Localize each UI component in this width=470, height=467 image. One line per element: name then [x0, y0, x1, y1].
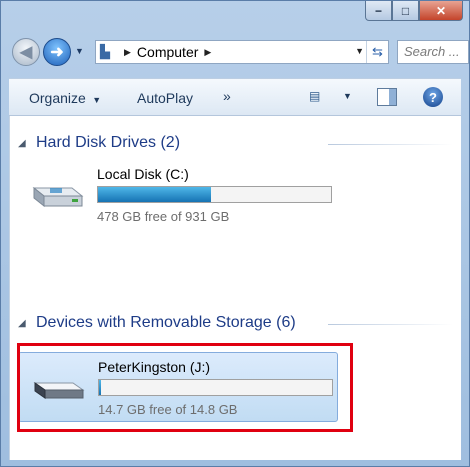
- more-commands-button[interactable]: »: [223, 88, 231, 104]
- help-icon[interactable]: ?: [423, 87, 443, 107]
- collapse-triangle-icon[interactable]: ◢: [18, 318, 26, 329]
- group-divider: [328, 144, 453, 145]
- explorer-window: − □ ✕ ◀ ➜ ▼ ▙ ▶ Computer ▶ ▼ ⇆ Search ..…: [0, 0, 470, 467]
- group-title: Hard Disk Drives (2): [36, 134, 181, 151]
- selection-highlight-annotation: [17, 343, 353, 432]
- chevron-down-icon: ▼: [89, 95, 102, 105]
- collapse-triangle-icon[interactable]: ◢: [18, 138, 26, 149]
- command-toolbar: Organize ▼ AutoPlay » ▤ ▼ ?: [9, 78, 461, 116]
- content-pane: ◢ Hard Disk Drives (2) Local Disk (C:) 4…: [9, 116, 461, 460]
- organize-label: Organize: [29, 90, 86, 106]
- refresh-icon[interactable]: ⇆: [366, 41, 388, 63]
- computer-icon: ▙: [100, 44, 110, 59]
- address-dropdown[interactable]: ▼: [355, 46, 364, 56]
- organize-button[interactable]: Organize ▼: [29, 90, 101, 106]
- caption-buttons: − □ ✕: [365, 1, 463, 23]
- minimize-button[interactable]: −: [365, 1, 392, 21]
- address-bar[interactable]: ▙ ▶ Computer ▶ ▼ ⇆: [95, 40, 389, 64]
- breadcrumb-separator[interactable]: ▶: [124, 47, 131, 58]
- drive-local-disk[interactable]: Local Disk (C:) 478 GB free of 931 GB: [18, 160, 338, 230]
- search-input[interactable]: Search ...: [397, 40, 469, 64]
- preview-pane-icon[interactable]: [377, 88, 397, 106]
- group-title: Devices with Removable Storage (6): [36, 314, 296, 331]
- autoplay-button[interactable]: AutoPlay: [137, 90, 193, 106]
- capacity-bar: [97, 186, 332, 203]
- drive-icon: [32, 186, 84, 208]
- close-button[interactable]: ✕: [419, 1, 463, 21]
- drive-name: Local Disk (C:): [97, 166, 189, 182]
- group-header-removable[interactable]: ◢ Devices with Removable Storage (6): [18, 312, 453, 336]
- capacity-bar-fill: [98, 187, 212, 202]
- breadcrumb-computer[interactable]: Computer: [137, 44, 198, 60]
- group-divider: [328, 324, 453, 325]
- views-icon[interactable]: ▤: [309, 89, 320, 103]
- group-header-hard-disks[interactable]: ◢ Hard Disk Drives (2): [18, 132, 453, 156]
- free-space-text: 478 GB free of 931 GB: [97, 209, 230, 224]
- navigation-bar: ◀ ➜ ▼ ▙ ▶ Computer ▶ ▼ ⇆ Search ...: [9, 37, 469, 67]
- forward-arrow-icon[interactable]: ➜: [43, 38, 71, 66]
- breadcrumb-separator[interactable]: ▶: [204, 47, 211, 58]
- back-arrow-icon[interactable]: ◀: [12, 38, 40, 66]
- views-dropdown[interactable]: ▼: [343, 91, 352, 101]
- recent-pages-dropdown[interactable]: ▼: [75, 46, 84, 56]
- maximize-button[interactable]: □: [392, 1, 419, 21]
